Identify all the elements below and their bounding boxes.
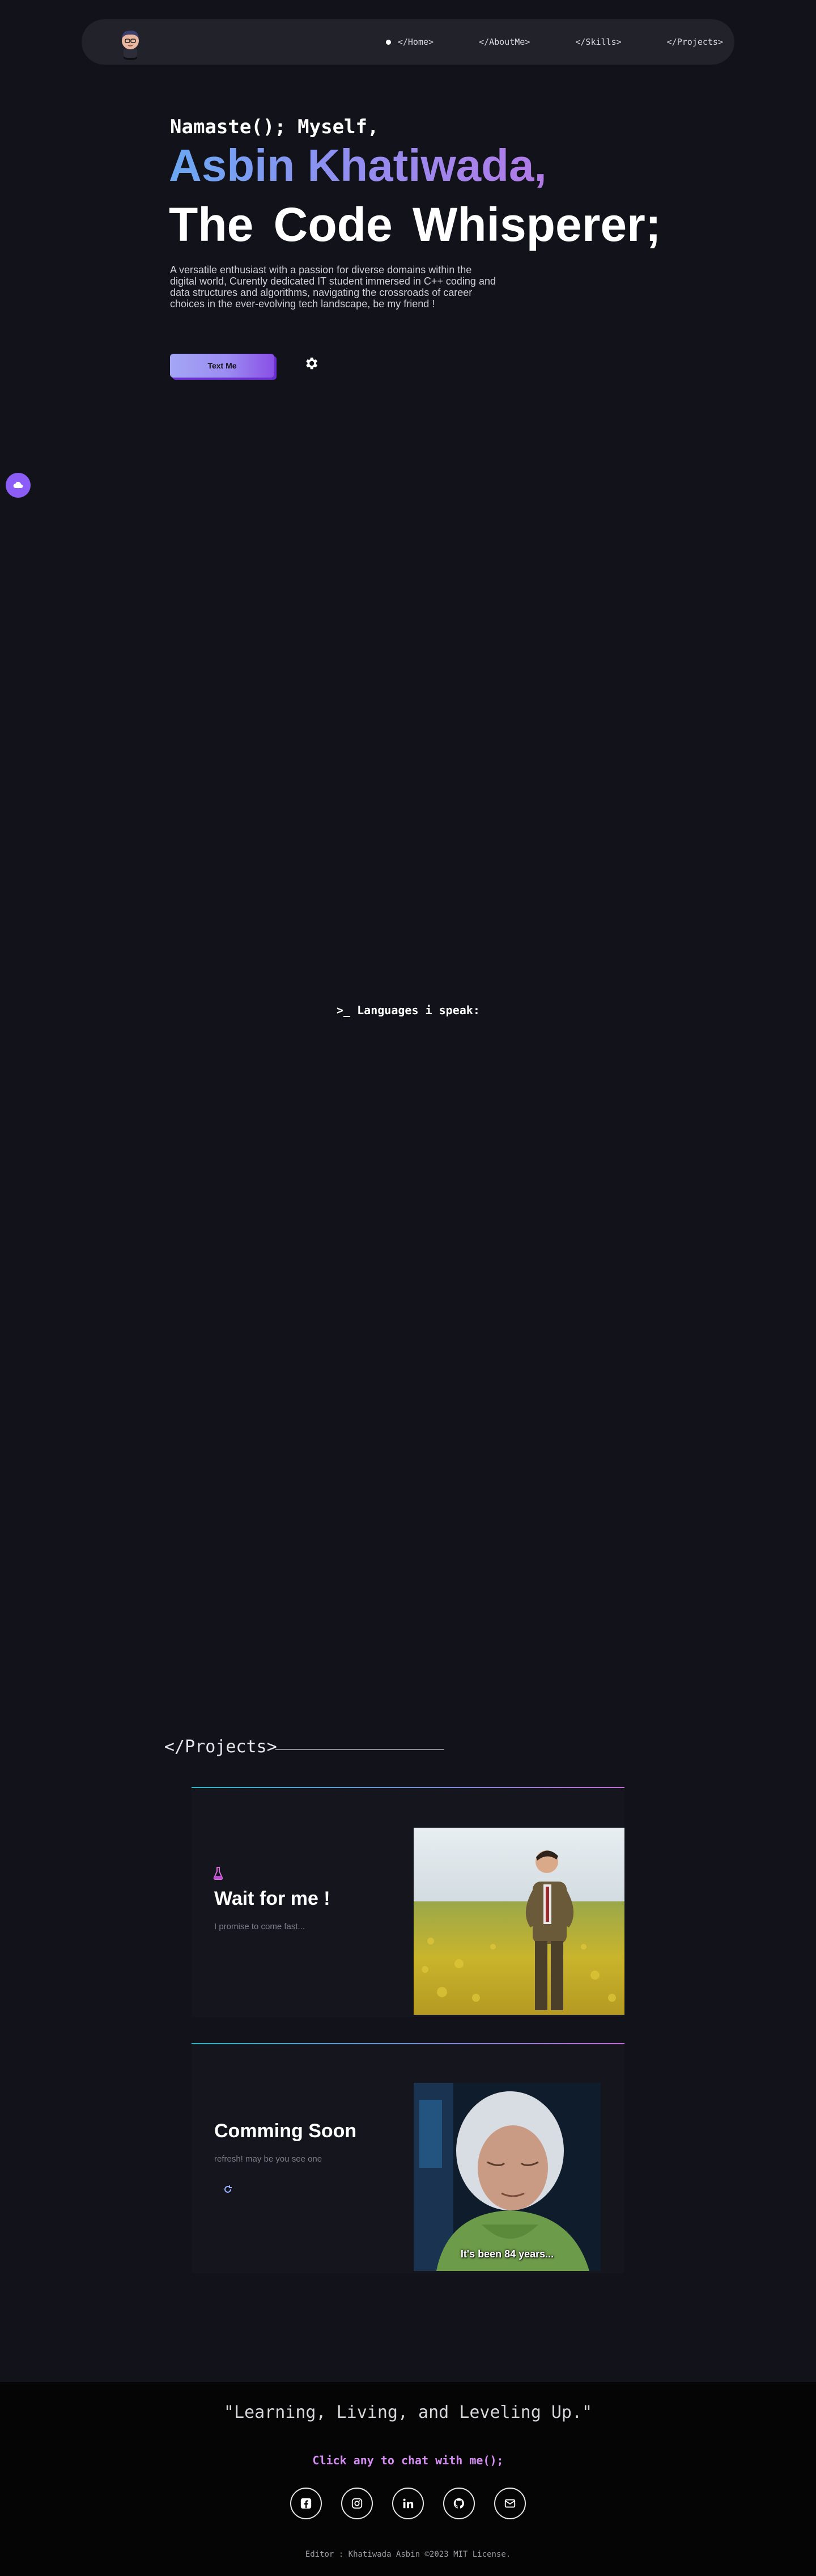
project-title: Wait for me !: [214, 1888, 330, 1909]
mail-icon[interactable]: [494, 2488, 526, 2519]
project-image: [414, 1828, 624, 2015]
navbar: </Home> </AboutMe> </Skills> </Projects>: [82, 19, 734, 65]
copyright-text: Editor : Khatiwada Asbin ©2023 MIT Licen…: [305, 2550, 511, 2559]
facebook-icon[interactable]: [290, 2488, 322, 2519]
footer: "Learning, Living, and Leveling Up." Cli…: [0, 2382, 816, 2576]
card-divider: [192, 2043, 624, 2044]
text-me-button[interactable]: Text Me: [170, 354, 274, 378]
project-card: Wait for me ! I promise to come fast...: [192, 1786, 624, 2017]
hero-greeting: Namaste(); Myself,: [170, 116, 379, 138]
social-links: [0, 2488, 816, 2519]
project-subtitle: refresh! may be you see one: [214, 2154, 322, 2164]
image-caption: It's been 84 years...: [460, 2248, 554, 2260]
linkedin-icon[interactable]: [392, 2488, 424, 2519]
floating-chat-button[interactable]: [6, 473, 31, 498]
footer-quote: "Learning, Living, and Leveling Up.": [223, 2403, 593, 2422]
project-card: Comming Soon refresh! may be you see one…: [192, 2042, 624, 2273]
languages-heading: >_ Languages i speak:: [337, 1003, 480, 1017]
hero-description: A versatile enthusiast with a passion fo…: [170, 264, 496, 310]
github-icon[interactable]: [443, 2488, 475, 2519]
nav-links: </Home> </AboutMe> </Skills> </Projects>: [341, 19, 723, 65]
card-divider: [192, 1787, 624, 1788]
projects-heading: </Projects>: [164, 1737, 277, 1757]
project-title: Comming Soon: [214, 2120, 357, 2142]
refresh-icon[interactable]: [223, 2185, 232, 2194]
avatar[interactable]: [113, 25, 147, 60]
project-subtitle: I promise to come fast...: [214, 1922, 305, 1931]
gear-icon[interactable]: [303, 355, 319, 371]
project-image: It's been 84 years...: [414, 2083, 601, 2271]
hero-title: The Code Whisperer;: [169, 198, 661, 251]
active-dot-icon: [385, 39, 391, 45]
nav-link-label: </Projects>: [666, 37, 723, 47]
cloud-icon: [13, 481, 23, 489]
instagram-icon[interactable]: [341, 2488, 373, 2519]
chat-cta-link[interactable]: Click any to chat with me();: [0, 2454, 816, 2467]
projects-heading-divider: [275, 1749, 444, 1750]
nav-link-label: </Skills>: [575, 37, 622, 47]
nav-link-label: </Home>: [397, 37, 434, 47]
nav-link-home[interactable]: </Home>: [385, 37, 434, 47]
hero-name: Asbin Khatiwada,: [169, 140, 547, 190]
flask-icon: [213, 1866, 223, 1880]
nav-link-skills[interactable]: </Skills>: [575, 37, 621, 47]
nav-link-aboutme[interactable]: </AboutMe>: [479, 37, 530, 47]
nav-link-projects[interactable]: </Projects>: [667, 37, 723, 47]
nav-link-label: </AboutMe>: [479, 37, 530, 47]
